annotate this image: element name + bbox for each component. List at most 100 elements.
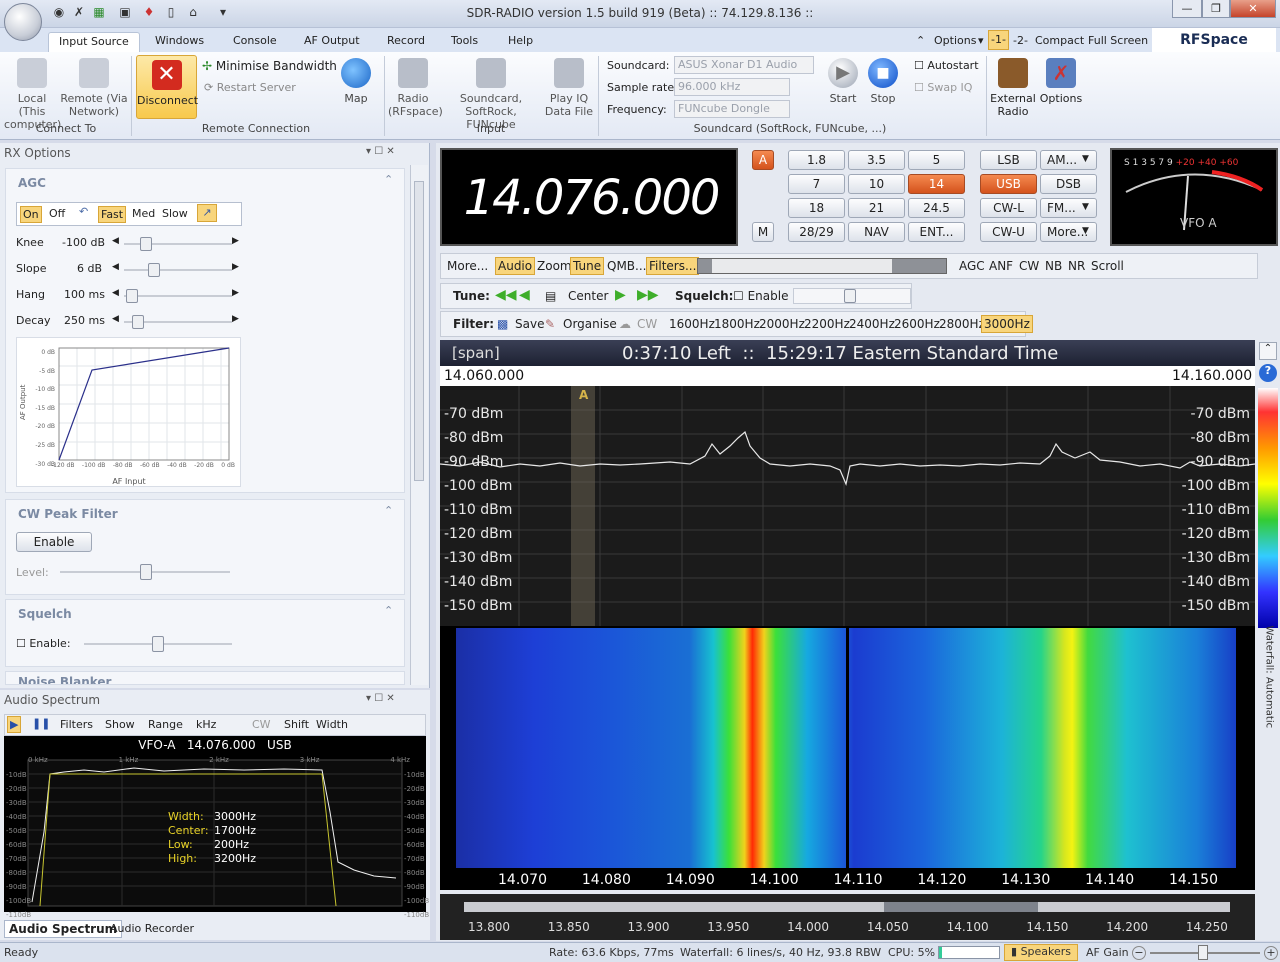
- nb-toggle[interactable]: NB: [1045, 259, 1062, 273]
- tab-help[interactable]: Help: [508, 32, 533, 52]
- af-gain-minus-button[interactable]: −: [1132, 946, 1146, 960]
- restore-button[interactable]: ❐: [1202, 0, 1230, 18]
- band-18[interactable]: 18: [788, 198, 845, 218]
- af-gain-thumb[interactable]: [1198, 945, 1208, 960]
- filter-organise-button[interactable]: Organise: [563, 317, 617, 331]
- full-screen-button[interactable]: Full Screen: [1088, 32, 1148, 52]
- soundcard-select[interactable]: ASUS Xonar D1 Audio: [674, 56, 814, 74]
- calendar-icon[interactable]: ▣: [118, 5, 132, 19]
- knee-thumb[interactable]: [140, 237, 152, 251]
- hang-right-arrow[interactable]: ▶: [232, 288, 239, 298]
- filter-1600[interactable]: 1600Hz: [669, 317, 715, 331]
- hang-left-arrow[interactable]: ◀: [112, 288, 119, 298]
- filters-menu[interactable]: Filters...: [646, 257, 700, 275]
- knee-right-arrow[interactable]: ▶: [232, 236, 239, 246]
- agc-fast-button[interactable]: Fast: [98, 206, 127, 223]
- filter-2600[interactable]: 2600Hz: [894, 317, 940, 331]
- span-label[interactable]: [span]: [452, 344, 500, 362]
- scroll-menu[interactable]: Scroll: [1091, 259, 1124, 273]
- options-dropdown-icon[interactable]: ▾: [978, 32, 984, 52]
- minimize-button[interactable]: —: [1172, 0, 1202, 18]
- more-menu[interactable]: More...: [447, 259, 488, 273]
- mode-cw-u[interactable]: CW-U: [980, 222, 1037, 242]
- tab-af-output[interactable]: AF Output: [304, 32, 360, 52]
- panel-pin-icon[interactable]: ▾ ☐ ✕: [366, 146, 395, 157]
- camera-icon[interactable]: ◉: [52, 5, 66, 19]
- play-iq-button[interactable]: Play IQ Data File: [544, 58, 594, 118]
- center-icon[interactable]: ▤: [545, 289, 556, 303]
- disconnect-button[interactable]: ✕ Disconnect: [136, 55, 198, 119]
- options-menu[interactable]: Options: [934, 32, 976, 52]
- audio-range-menu[interactable]: Range: [148, 718, 183, 731]
- cw-toggle[interactable]: CW: [1019, 259, 1039, 273]
- board-icon[interactable]: ▦: [92, 5, 106, 19]
- band-7[interactable]: 7: [788, 174, 845, 194]
- tab-console[interactable]: Console: [233, 32, 277, 52]
- home-icon[interactable]: ⌂: [186, 5, 200, 19]
- hang-track[interactable]: [124, 295, 232, 297]
- tune-right-fast-icon[interactable]: ▶▶: [637, 287, 659, 303]
- toolbar-squelch-thumb[interactable]: [844, 289, 856, 303]
- tab-record[interactable]: Record: [387, 32, 425, 52]
- decay-left-arrow[interactable]: ◀: [112, 314, 119, 324]
- minimise-bandwidth-toggle[interactable]: ✢ Minimise Bandwidth: [202, 59, 337, 73]
- compact-button[interactable]: Compact: [1035, 32, 1084, 52]
- audio-play-icon[interactable]: ▶: [7, 716, 22, 733]
- band-28[interactable]: 28/29: [788, 222, 845, 242]
- audio-spectrum-display[interactable]: VFO-A 14.076.000 USB 0 kHz 1 kHz 2 kHz 3 kH…: [4, 736, 429, 919]
- squelch-collapse-icon[interactable]: ⌃: [384, 604, 393, 617]
- undo-icon[interactable]: ↶: [79, 205, 88, 218]
- band-5[interactable]: 5: [908, 150, 965, 170]
- anf-toggle[interactable]: ANF: [989, 259, 1013, 273]
- mode-usb[interactable]: USB: [980, 174, 1037, 194]
- audio-khz-menu[interactable]: kHz: [196, 718, 216, 731]
- filter-1800[interactable]: 1800Hz: [714, 317, 760, 331]
- tab-windows[interactable]: Windows: [155, 32, 204, 52]
- audio-pause-icon[interactable]: ❚❚: [32, 717, 50, 730]
- decay-thumb[interactable]: [132, 315, 144, 329]
- external-radio-button[interactable]: External Radio: [990, 58, 1036, 118]
- tab-input-source[interactable]: Input Source: [48, 32, 140, 52]
- soundcard-button[interactable]: Soundcard, SoftRock, FUNcube: [440, 58, 542, 131]
- enter-button[interactable]: ENT...: [908, 222, 965, 242]
- agc-toggle[interactable]: AGC: [959, 259, 985, 273]
- speakers-button[interactable]: ▮ Speakers: [1004, 944, 1079, 961]
- audio-filters-menu[interactable]: Filters: [60, 718, 93, 731]
- mode-lsb[interactable]: LSB: [980, 150, 1037, 170]
- center-button[interactable]: Center: [568, 289, 608, 303]
- band-1-8[interactable]: 1.8: [788, 150, 845, 170]
- zoom-toggle[interactable]: Zoom: [537, 259, 572, 273]
- squelch-enable-toggle[interactable]: ☐ Enable: [733, 289, 788, 303]
- spectrum-scroll-thumb[interactable]: [712, 259, 892, 273]
- slope-thumb[interactable]: [148, 263, 160, 277]
- vfo-a-button[interactable]: A: [752, 150, 774, 170]
- spectrum-plot[interactable]: A -70 dBm -80 dBm -90 dBm -100 dBm -110 dBm -…: [440, 386, 1255, 626]
- squelch-enable-checkbox[interactable]: ☐ Enable:: [16, 637, 71, 650]
- autostart-checkbox[interactable]: ☐ Autostart: [914, 59, 979, 72]
- mode-dsb[interactable]: DSB: [1040, 174, 1097, 194]
- layout-2-button[interactable]: -2-: [1013, 32, 1028, 52]
- filter-2200[interactable]: 2200Hz: [804, 317, 850, 331]
- layout-1-button[interactable]: -1-: [988, 30, 1009, 50]
- cw-level-thumb[interactable]: [140, 564, 152, 580]
- band-21[interactable]: 21: [848, 198, 905, 218]
- tab-tools[interactable]: Tools: [451, 32, 478, 52]
- agc-slow-button[interactable]: Slow: [162, 207, 188, 220]
- memory-button[interactable]: M: [752, 222, 774, 242]
- options-up-icon[interactable]: ⌃: [916, 32, 925, 52]
- slope-track[interactable]: [124, 269, 232, 271]
- rail-collapse-icon[interactable]: ⌃: [1259, 342, 1277, 360]
- mode-cw-l[interactable]: CW-L: [980, 198, 1037, 218]
- overview-bar[interactable]: 13.800 13.850 13.900 13.950 14.000 14.050 14.1…: [440, 894, 1255, 940]
- sample-rate-select[interactable]: 96.000 kHz: [674, 78, 790, 96]
- agc-med-button[interactable]: Med: [132, 207, 155, 220]
- filter-2400[interactable]: 2400Hz: [849, 317, 895, 331]
- tab-audio-spectrum[interactable]: Audio Spectrum: [4, 920, 123, 938]
- hang-thumb[interactable]: [126, 289, 138, 303]
- audio-panel-controls-icon[interactable]: ▾ ☐ ✕: [366, 693, 395, 704]
- nav-button[interactable]: NAV: [848, 222, 905, 242]
- spectrum-scroll-bar[interactable]: [697, 258, 947, 274]
- tab-audio-recorder[interactable]: Audio Recorder: [110, 922, 194, 935]
- tune-left-icon[interactable]: ◀: [519, 287, 530, 303]
- band-14[interactable]: 14: [908, 174, 965, 194]
